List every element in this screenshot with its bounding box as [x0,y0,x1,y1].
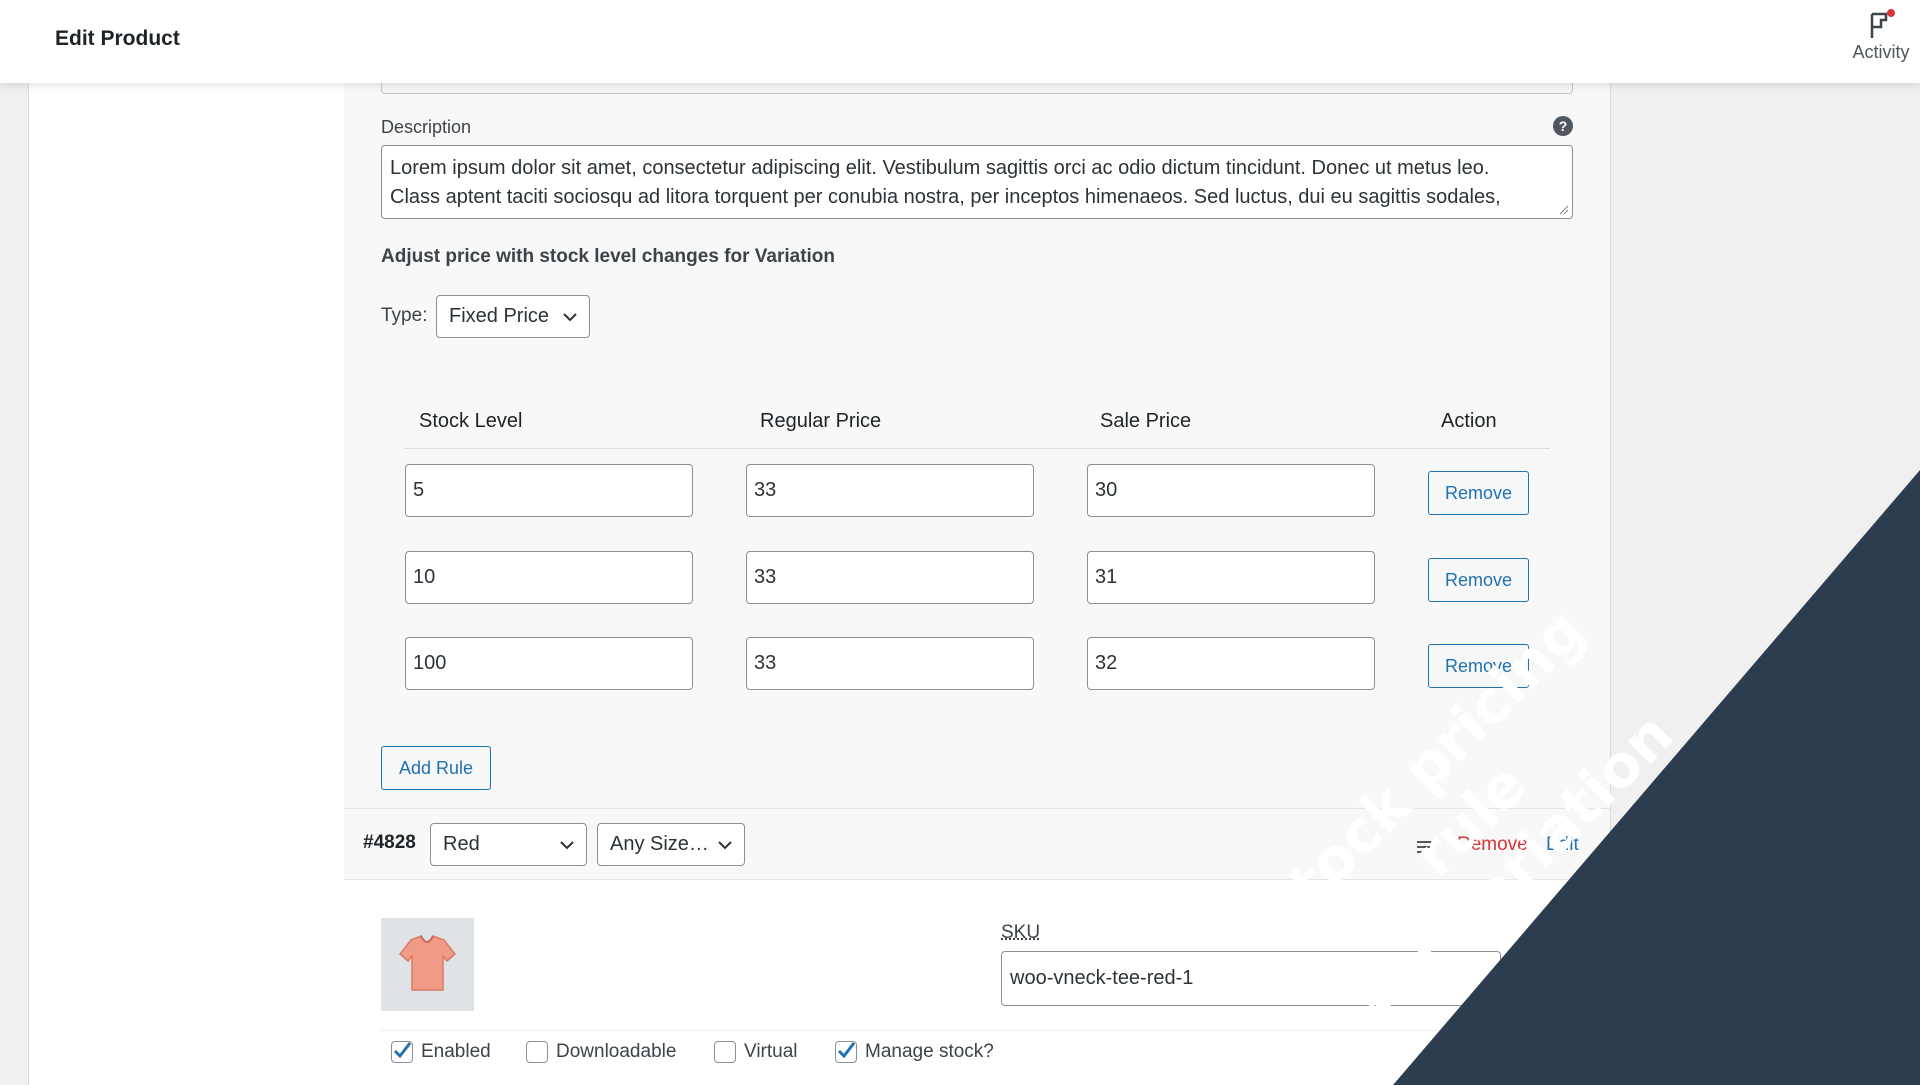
stock-level-input[interactable]: 5 [405,464,693,517]
manage-stock-label: Manage stock? [865,1041,994,1062]
enabled-label: Enabled [421,1041,491,1062]
checkmark-icon [837,1042,856,1059]
flag-icon [1870,9,1895,38]
manage-stock-option[interactable]: Manage stock? [835,1041,994,1063]
sale-price-input[interactable]: 30 [1087,464,1375,517]
virtual-checkbox[interactable] [714,1041,736,1063]
chevron-down-icon [560,840,574,849]
column-action: Action [1441,410,1497,432]
description-line-2: Class aptent taciti sociosqu ad litora t… [390,186,1501,208]
chevron-down-icon [718,840,732,849]
column-stock-level: Stock Level [419,410,523,432]
remove-rule-button[interactable]: Remove [1428,644,1529,688]
downloadable-checkbox[interactable] [526,1041,548,1063]
variation-image[interactable] [381,918,474,1011]
downloadable-label: Downloadable [556,1041,677,1062]
remove-rule-button[interactable]: Remove [1428,471,1529,515]
description-label: Description [381,117,472,137]
column-regular-price: Regular Price [760,410,882,432]
checkmark-icon [393,1042,412,1059]
regular-price-input[interactable]: 33 [746,464,1034,517]
type-label: Type: [381,305,428,326]
virtual-label: Virtual [744,1041,798,1062]
resize-grip-icon[interactable] [1559,205,1569,215]
page-title: Edit Product [55,27,180,50]
regular-price-input[interactable]: 33 [746,551,1034,604]
regular-price-input[interactable]: 33 [746,637,1034,690]
type-select[interactable]: Fixed Price [436,295,590,338]
variation-id: #4828 [363,832,416,853]
options-divider [381,1030,1573,1031]
remove-variation-link[interactable]: Remove [1457,834,1528,856]
sale-price-input[interactable]: 31 [1087,551,1375,604]
stock-level-input[interactable]: 10 [405,551,693,604]
edit-variation-link[interactable]: Edit [1546,834,1579,856]
sale-price-input[interactable]: 32 [1087,637,1375,690]
remove-rule-button[interactable]: Remove [1428,558,1529,602]
enabled-option[interactable]: Enabled [391,1041,491,1063]
left-column [28,83,344,1085]
color-select[interactable]: Red [430,823,587,866]
activity-label: Activity [1852,42,1910,62]
adjust-price-heading: Adjust price with stock level changes fo… [381,246,836,267]
activity-button[interactable]: Activity [1842,8,1920,63]
virtual-option[interactable]: Virtual [714,1041,798,1063]
sku-label: SKU [1001,922,1041,943]
add-rule-button[interactable]: Add Rule [381,746,491,790]
tshirt-icon [398,935,457,991]
size-select-value: Any Size… [610,833,709,855]
sku-input[interactable]: woo-vneck-tee-red-1 [1001,951,1501,1006]
manage-stock-checkbox[interactable] [835,1041,857,1063]
downloadable-option[interactable]: Downloadable [526,1041,676,1063]
size-select[interactable]: Any Size… [597,823,745,866]
help-icon[interactable]: ? [1553,116,1573,136]
right-column [1610,83,1920,1085]
table-header-divider [404,448,1550,449]
type-select-value: Fixed Price [449,305,550,327]
enabled-checkbox[interactable] [391,1041,413,1063]
description-textarea[interactable]: Lorem ipsum dolor sit amet, consectetur … [381,145,1573,219]
column-sale-price: Sale Price [1100,410,1192,432]
description-line-1: Lorem ipsum dolor sit amet, consectetur … [390,157,1490,179]
stock-level-input[interactable]: 100 [405,637,693,690]
chevron-down-icon [563,312,577,321]
drag-handle-icon[interactable] [1416,840,1434,854]
top-bar: Edit Product Activity [0,0,1920,83]
color-select-value: Red [443,833,480,855]
